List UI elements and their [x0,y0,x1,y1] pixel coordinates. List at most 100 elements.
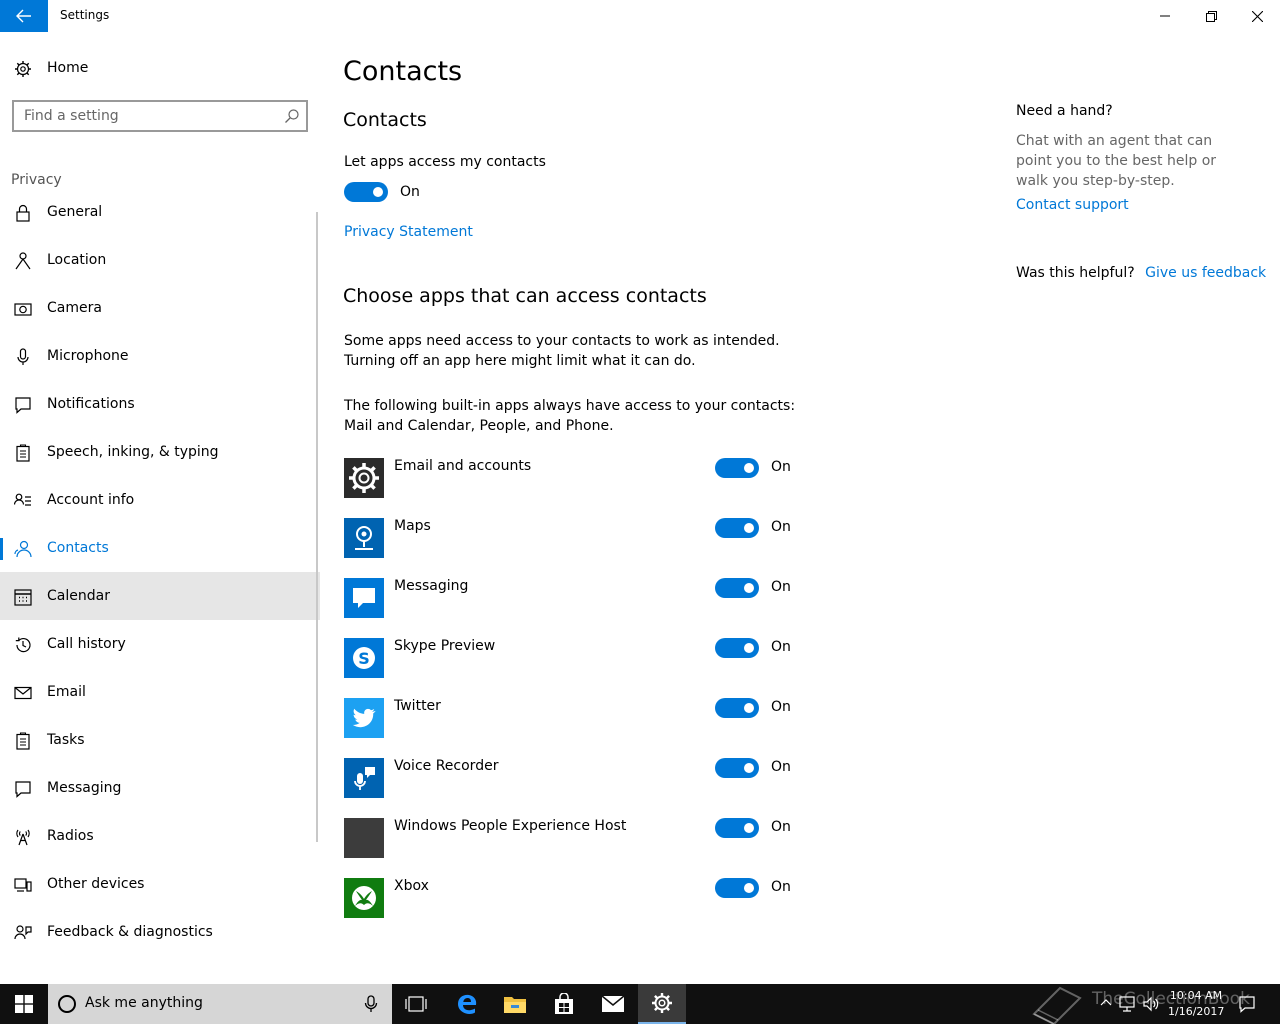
chat-bubble-icon [353,588,375,608]
contacts-access-toggle[interactable] [344,182,388,202]
sidebar-item-radios[interactable]: Radios [0,812,320,860]
sidebar-item-label: Call history [47,636,126,652]
sidebar-item-microphone[interactable]: Microphone [0,332,320,380]
close-button[interactable] [1234,0,1280,32]
app-toggle-windows-people-experience-host[interactable] [715,818,759,838]
app-name: Voice Recorder [394,758,499,774]
app-toggle-voice-recorder[interactable] [715,758,759,778]
sidebar-item-speech-inking-typing[interactable]: Speech, inking, & typing [0,428,320,476]
skype-icon: S [353,647,375,669]
twitter-bird-icon [352,708,376,728]
app-toggle-email-and-accounts[interactable] [715,458,759,478]
app-row-twitter: Twitter On [344,698,804,738]
app-row-windows-people-experience-host: Windows People Experience Host On [344,818,804,858]
close-icon [1251,10,1263,22]
contacts-icon [14,540,32,558]
network-icon[interactable] [1118,995,1136,1013]
sidebar-item-label: Notifications [47,396,135,412]
back-arrow-icon [16,9,31,23]
search-icon[interactable] [284,108,300,124]
app-row-email-and-accounts: Email and accounts On [344,458,804,498]
app-tile: S [344,638,384,678]
app-tile [344,458,384,498]
sidebar-item-label: Other devices [47,876,145,892]
gear-icon [652,993,672,1013]
app-name: Messaging [394,578,469,594]
privacy-statement-link[interactable]: Privacy Statement [344,224,473,240]
app-name: Maps [394,518,431,534]
app-name: Twitter [394,698,441,714]
mail-app-button[interactable] [589,984,637,1024]
start-button[interactable] [0,984,48,1024]
contact-support-link[interactable]: Contact support [1016,197,1129,213]
app-toggle-twitter[interactable] [715,698,759,718]
sidebar-item-tasks[interactable]: Tasks [0,716,320,764]
sidebar-item-email[interactable]: Email [0,668,320,716]
restore-icon [1205,10,1217,22]
back-button[interactable] [0,0,48,32]
cortana-search-text: Ask me anything [85,995,203,1011]
search-input[interactable] [14,102,264,130]
toggle-state: On [771,819,791,835]
sidebar-item-messaging[interactable]: Messaging [0,764,320,812]
sidebar-item-label: Messaging [47,780,122,796]
mail-icon [601,995,625,1012]
title-bar: Settings [0,0,1280,32]
radio-tower-icon [16,829,30,846]
maps-pin-icon [355,526,373,550]
sidebar-item-notifications[interactable]: Notifications [0,380,320,428]
app-name: Skype Preview [394,638,496,654]
cortana-circle-icon [58,995,76,1013]
toggle-state: On [771,459,791,475]
sidebar-scrollbar[interactable] [316,212,318,842]
sidebar-item-other-devices[interactable]: Other devices [0,860,320,908]
gear-icon [349,463,379,493]
store-button[interactable] [540,984,588,1024]
sidebar-item-account-info[interactable]: Account info [0,476,320,524]
app-toggle-maps[interactable] [715,518,759,538]
edge-button[interactable] [443,984,491,1024]
app-tile [344,758,384,798]
sidebar-item-general[interactable]: General [0,188,320,236]
cortana-search-box[interactable]: Ask me anything [48,984,392,1024]
app-row-maps: Maps On [344,518,804,558]
app-row-voice-recorder: Voice Recorder On [344,758,804,798]
toggle-state: On [771,759,791,775]
task-view-button[interactable] [392,984,440,1024]
home-link[interactable]: Home [0,54,320,84]
volume-icon[interactable] [1142,995,1160,1013]
folder-icon [504,997,526,1013]
windows-logo-icon [15,995,33,1013]
contacts-access-state: On [400,184,420,200]
app-name: Xbox [394,878,429,894]
sidebar-item-location[interactable]: Location [0,236,320,284]
search-box[interactable] [12,100,308,132]
give-feedback-link[interactable]: Give us feedback [1145,265,1266,281]
sidebar-item-calendar[interactable]: Calendar [0,572,320,620]
helpful-row: Was this helpful? Give us feedback [1016,265,1266,281]
notification-icon [15,397,31,414]
sidebar-item-contacts[interactable]: Contacts [0,524,320,572]
app-toggle-xbox[interactable] [715,878,759,898]
settings-app-button[interactable] [638,984,686,1024]
sidebar-item-label: Location [47,252,107,268]
clock-time: 10:04 AM [1169,989,1223,1002]
taskbar-clock[interactable]: 10:04 AM 1/16/2017 [1168,988,1224,1020]
app-toggle-skype-preview[interactable] [715,638,759,658]
app-toggle-messaging[interactable] [715,578,759,598]
sidebar-item-label: Email [47,684,86,700]
restore-button[interactable] [1188,0,1234,32]
toggle-state: On [771,699,791,715]
chevron-up-icon[interactable] [1100,998,1112,1006]
minimize-button[interactable] [1142,0,1188,32]
sidebar-item-label: Tasks [47,732,85,748]
builtin-apps-note: The following built-in apps always have … [344,398,796,434]
microphone-icon[interactable] [364,995,378,1013]
action-center-icon[interactable] [1238,995,1256,1013]
sidebar-item-feedback-diagnostics[interactable]: Feedback & diagnostics [0,908,320,956]
sidebar-item-camera[interactable]: Camera [0,284,320,332]
file-explorer-button[interactable] [491,984,539,1024]
sidebar-item-call-history[interactable]: Call history [0,620,320,668]
sidebar: Home Privacy General Location Camera Mic… [0,32,320,984]
app-tile [344,698,384,738]
